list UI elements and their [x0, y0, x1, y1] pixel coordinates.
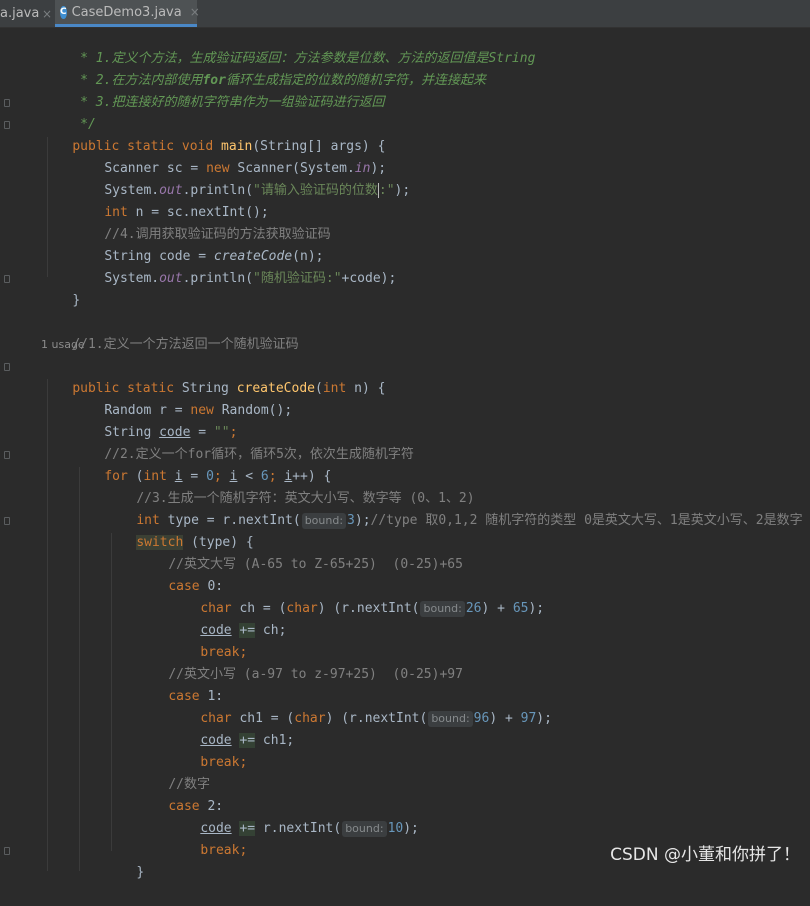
code-line: char ch = (char) (r.nextInt(bound: 26) + …	[200, 601, 545, 617]
code-line: code += ch1;	[200, 733, 295, 748]
code-line: System.out.println("请输入验证码的位数:");	[104, 183, 411, 198]
indent-guide	[47, 379, 48, 871]
editor-tab-bar: a.java × C CaseDemo3.java ×	[0, 0, 810, 28]
usage-hint[interactable]: 1 usage	[41, 334, 85, 356]
code-line: * 2.在方法内部使用for循环生成指定的位数的随机字符，并连接起来	[72, 73, 486, 88]
tab-previous-file[interactable]: a.java ×	[0, 0, 55, 27]
code-line: //1.定义一个方法返回一个随机验证码	[72, 337, 299, 352]
indent-guide	[111, 533, 112, 851]
code-line: Scanner sc = new Scanner(System.in);	[104, 161, 387, 176]
code-line: //英文小写 (a-97 to z-97+25) (0-25)+97	[168, 667, 463, 682]
fold-marker-icon[interactable]	[4, 517, 10, 525]
parameter-hint: bound:	[342, 821, 387, 837]
code-line: code += ch;	[200, 623, 287, 638]
close-icon[interactable]: ×	[190, 5, 200, 19]
code-line: break;	[200, 843, 248, 858]
code-line: //数字	[168, 777, 210, 792]
tab-label: a.java	[0, 6, 40, 21]
code-line: public static void main(String[] args) {	[72, 139, 386, 154]
code-line: String code = createCode(n);	[104, 249, 324, 264]
code-line: switch (type) {	[136, 535, 254, 550]
code-line: }	[72, 293, 81, 308]
close-icon[interactable]: ×	[42, 7, 52, 21]
code-line: * 1.定义个方法，生成验证码返回：方法参数是位数、方法的返回值是String	[72, 51, 536, 66]
code-line: //4.调用获取验证码的方法获取验证码	[104, 227, 331, 242]
code-line: int n = sc.nextInt();	[104, 205, 269, 220]
code-line: for (int i = 0; i < 6; i++) {	[104, 469, 332, 484]
code-line: case 0:	[168, 579, 224, 594]
code-line: char ch1 = (char) (r.nextInt(bound: 96) +…	[200, 711, 552, 727]
code-line: //3.生成一个随机字符：英文大小写、数字等 (0、1、2)	[136, 491, 475, 506]
indent-guide	[79, 467, 80, 871]
code-line: String code = "";	[104, 425, 238, 440]
code-line: case 2:	[168, 799, 224, 814]
code-line: int type = r.nextInt(bound: 3);//type 取0,…	[136, 513, 803, 529]
code-line: System.out.println("随机验证码:"+code);	[104, 271, 397, 286]
code-line: break;	[200, 645, 248, 660]
tab-casedemo3[interactable]: C CaseDemo3.java ×	[55, 0, 200, 27]
code-line: break;	[200, 755, 248, 770]
editor-gutter	[0, 28, 36, 871]
java-class-icon: C	[60, 5, 67, 19]
tab-label: CaseDemo3.java	[71, 4, 182, 20]
code-line: Random r = new Random();	[104, 403, 293, 418]
code-line: code += r.nextInt(bound: 10);	[200, 821, 419, 837]
code-line: //英文大写 (A-65 to Z-65+25) (0-25)+65	[168, 557, 463, 572]
code-line: */	[72, 117, 96, 132]
code-line: * 3.把连接好的随机字符串作为一组验证码进行返回	[72, 95, 385, 110]
code-line: public static String createCode(int n) {	[72, 381, 386, 396]
code-line: case 1:	[168, 689, 224, 704]
fold-marker-icon[interactable]	[4, 363, 10, 371]
code-line: }	[136, 865, 145, 880]
fold-marker-icon[interactable]	[4, 121, 10, 129]
parameter-hint: bound:	[301, 513, 347, 529]
watermark: CSDN @小董和你拼了！	[610, 845, 800, 865]
fold-marker-icon[interactable]	[4, 99, 10, 107]
fold-marker-icon[interactable]	[4, 847, 10, 855]
parameter-hint: bound:	[420, 601, 465, 617]
fold-marker-icon[interactable]	[4, 451, 10, 459]
code-line: //2.定义一个for循环，循环5次，依次生成随机字符	[104, 447, 414, 462]
parameter-hint: bound:	[428, 711, 473, 727]
fold-marker-icon[interactable]	[4, 275, 10, 283]
